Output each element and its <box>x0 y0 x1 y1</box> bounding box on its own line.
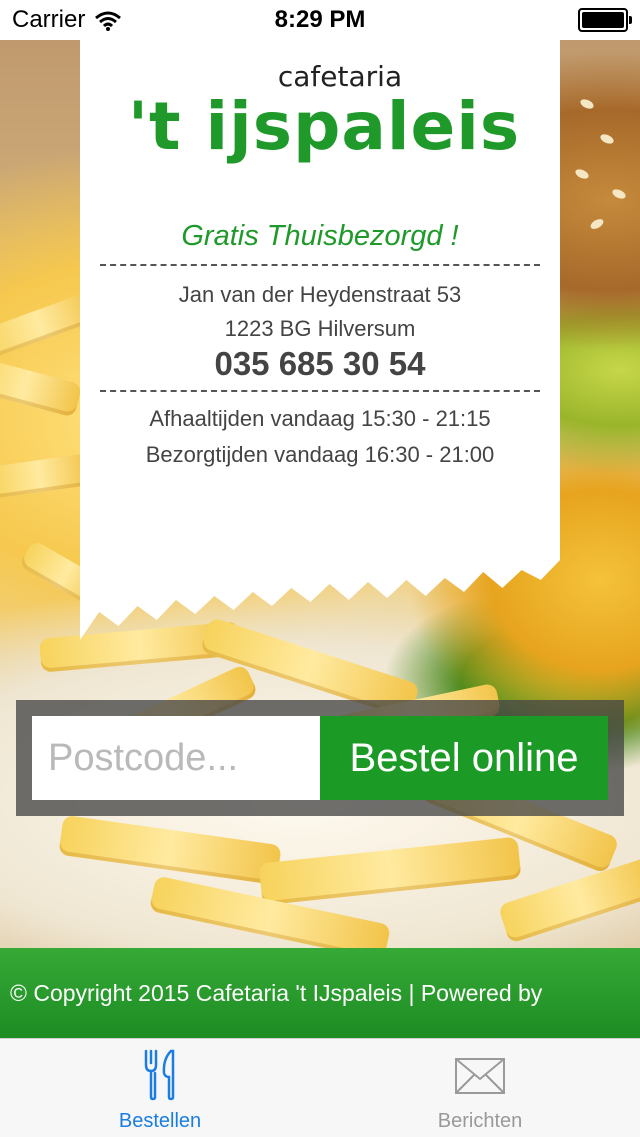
envelope-icon <box>454 1057 506 1100</box>
address-city: 1223 BG Hilversum <box>224 316 416 341</box>
copyright-footer: © Copyright 2015 Cafetaria 't IJspaleis … <box>0 948 640 1038</box>
status-bar: Carrier 8:29 PM <box>0 0 640 40</box>
phone-number[interactable]: 035 685 30 54 <box>80 345 560 383</box>
fork-knife-icon <box>143 1049 177 1106</box>
tab-bar: Bestellen Berichten <box>0 1038 640 1137</box>
divider <box>100 390 540 392</box>
divider <box>100 264 540 266</box>
tagline: Gratis Thuisbezorgd ! <box>181 220 459 252</box>
order-bar: Bestel online <box>16 700 624 816</box>
pickup-hours: Afhaaltijden vandaag 15:30 - 21:15 <box>149 406 491 431</box>
battery-icon <box>578 8 632 32</box>
delivery-hours: Bezorgtijden vandaag 16:30 - 21:00 <box>145 442 495 467</box>
tab-berichten[interactable]: Berichten <box>320 1039 640 1137</box>
copyright-text: © Copyright 2015 Cafetaria 't IJspaleis … <box>10 979 543 1006</box>
tab-label-bestellen: Bestellen <box>118 1110 202 1132</box>
status-time: 8:29 PM <box>274 6 366 33</box>
tab-label-berichten: Berichten <box>437 1110 523 1132</box>
brand-logo-text: 't ijspaleis <box>127 88 521 165</box>
postcode-input[interactable] <box>32 716 320 800</box>
address-street: Jan van der Heydenstraat 53 <box>178 282 462 307</box>
tab-bestellen[interactable]: Bestellen <box>0 1039 320 1137</box>
order-online-button[interactable]: Bestel online <box>320 716 608 800</box>
info-ticket: cafetaria 't ijspaleis Gratis Thuisbezor… <box>80 40 560 640</box>
